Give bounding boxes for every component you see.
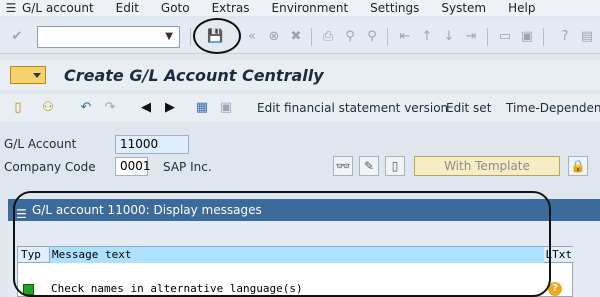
create-document-button[interactable]: ▯	[385, 156, 405, 176]
first-page-icon[interactable]: ⇤	[397, 29, 413, 45]
exit-icon[interactable]: ⊗	[266, 29, 282, 45]
display-glasses-button[interactable]: 👓	[333, 156, 353, 176]
glasses-icon: 👓	[335, 159, 351, 173]
edit-set-button[interactable]: Edit set	[446, 101, 491, 115]
messages-highlight	[13, 191, 551, 297]
edit-button[interactable]: ✎	[359, 156, 379, 176]
edit-fs-version-button[interactable]: Edit financial statement version	[257, 101, 448, 115]
menu-system[interactable]: System	[441, 1, 486, 15]
last-page-icon[interactable]: ⇥	[463, 29, 479, 45]
lock-button[interactable]: 🔒	[568, 156, 588, 176]
chevron-down-icon[interactable]: ▼	[165, 31, 173, 42]
toolbar-separator	[190, 28, 191, 46]
menu-bar: ☰ G/L account Edit Goto Extras Environme…	[0, 0, 600, 16]
display-icon[interactable]: ▣	[218, 100, 234, 116]
toolbar-separator	[311, 28, 312, 46]
menu-dropdown-icon[interactable]	[10, 66, 46, 84]
enter-check-icon[interactable]: ✔	[9, 29, 25, 45]
create-icon[interactable]: ▯	[10, 100, 26, 116]
previous-page-icon[interactable]: ↑	[419, 29, 435, 45]
menu-extras[interactable]: Extras	[212, 1, 250, 15]
application-toolbar: ▯ ⚇ ↶ ↷ ◀ ▶ ▦ ▣ Edit financial statement…	[0, 94, 600, 122]
back-icon[interactable]: «	[244, 29, 260, 45]
undo-icon[interactable]: ↶	[78, 100, 94, 116]
menu-environment[interactable]: Environment	[272, 1, 349, 15]
find-icon[interactable]: ⚲	[342, 29, 358, 45]
menu-settings[interactable]: Settings	[370, 1, 419, 15]
menu-goto[interactable]: Goto	[161, 1, 190, 15]
page-title: Create G/L Account Centrally	[64, 66, 324, 85]
sap-menu-icon[interactable]: ☰	[4, 1, 18, 15]
with-template-label: With Template	[444, 159, 530, 173]
new-session-icon[interactable]: ▭	[497, 29, 513, 45]
toolbar-separator	[543, 28, 544, 46]
company-code-label: Company Code	[4, 160, 96, 174]
toolbar-separator	[487, 28, 488, 46]
with-template-button[interactable]: With Template	[414, 156, 560, 176]
find-next-icon[interactable]: ⚲	[364, 29, 380, 45]
pencil-icon: ✎	[363, 159, 375, 173]
menu-gl-account[interactable]: G/L account	[22, 1, 94, 15]
menu-edit[interactable]: Edit	[116, 1, 139, 15]
lock-icon: 🔒	[570, 159, 586, 173]
gl-account-label: G/L Account	[4, 137, 77, 151]
gl-account-input[interactable]: 11000	[115, 135, 189, 154]
company-name: SAP Inc.	[163, 160, 212, 174]
cancel-icon[interactable]: ✖	[288, 29, 304, 45]
command-field[interactable]: ▼	[37, 26, 180, 48]
next-icon[interactable]: ▶	[162, 100, 178, 116]
menu-help[interactable]: Help	[508, 1, 535, 15]
redo-icon[interactable]: ↷	[102, 100, 118, 116]
company-code-input[interactable]: 0001	[115, 157, 151, 176]
standard-toolbar: ✔ ▼ 💾 « ⊗ ✖ ⎙ ⚲ ⚲ ⇤ ↑ ↓ ⇥ ▭ ▣ ? ▤	[0, 20, 600, 54]
print-icon[interactable]: ⎙	[320, 29, 336, 45]
next-page-icon[interactable]: ↓	[441, 29, 457, 45]
help-icon[interactable]: ?	[557, 29, 573, 45]
toolbar-separator	[387, 28, 388, 46]
customize-layout-icon[interactable]: ▤	[579, 29, 595, 45]
hierarchy-icon[interactable]: ⚇	[40, 100, 56, 116]
document-icon: ▯	[391, 159, 399, 173]
time-dependent-button[interactable]: Time-Dependent	[506, 101, 600, 115]
save-button-highlight	[193, 18, 241, 54]
previous-icon[interactable]: ◀	[138, 100, 154, 116]
where-used-icon[interactable]: ▦	[194, 100, 210, 116]
shortcut-icon[interactable]: ▣	[519, 29, 535, 45]
